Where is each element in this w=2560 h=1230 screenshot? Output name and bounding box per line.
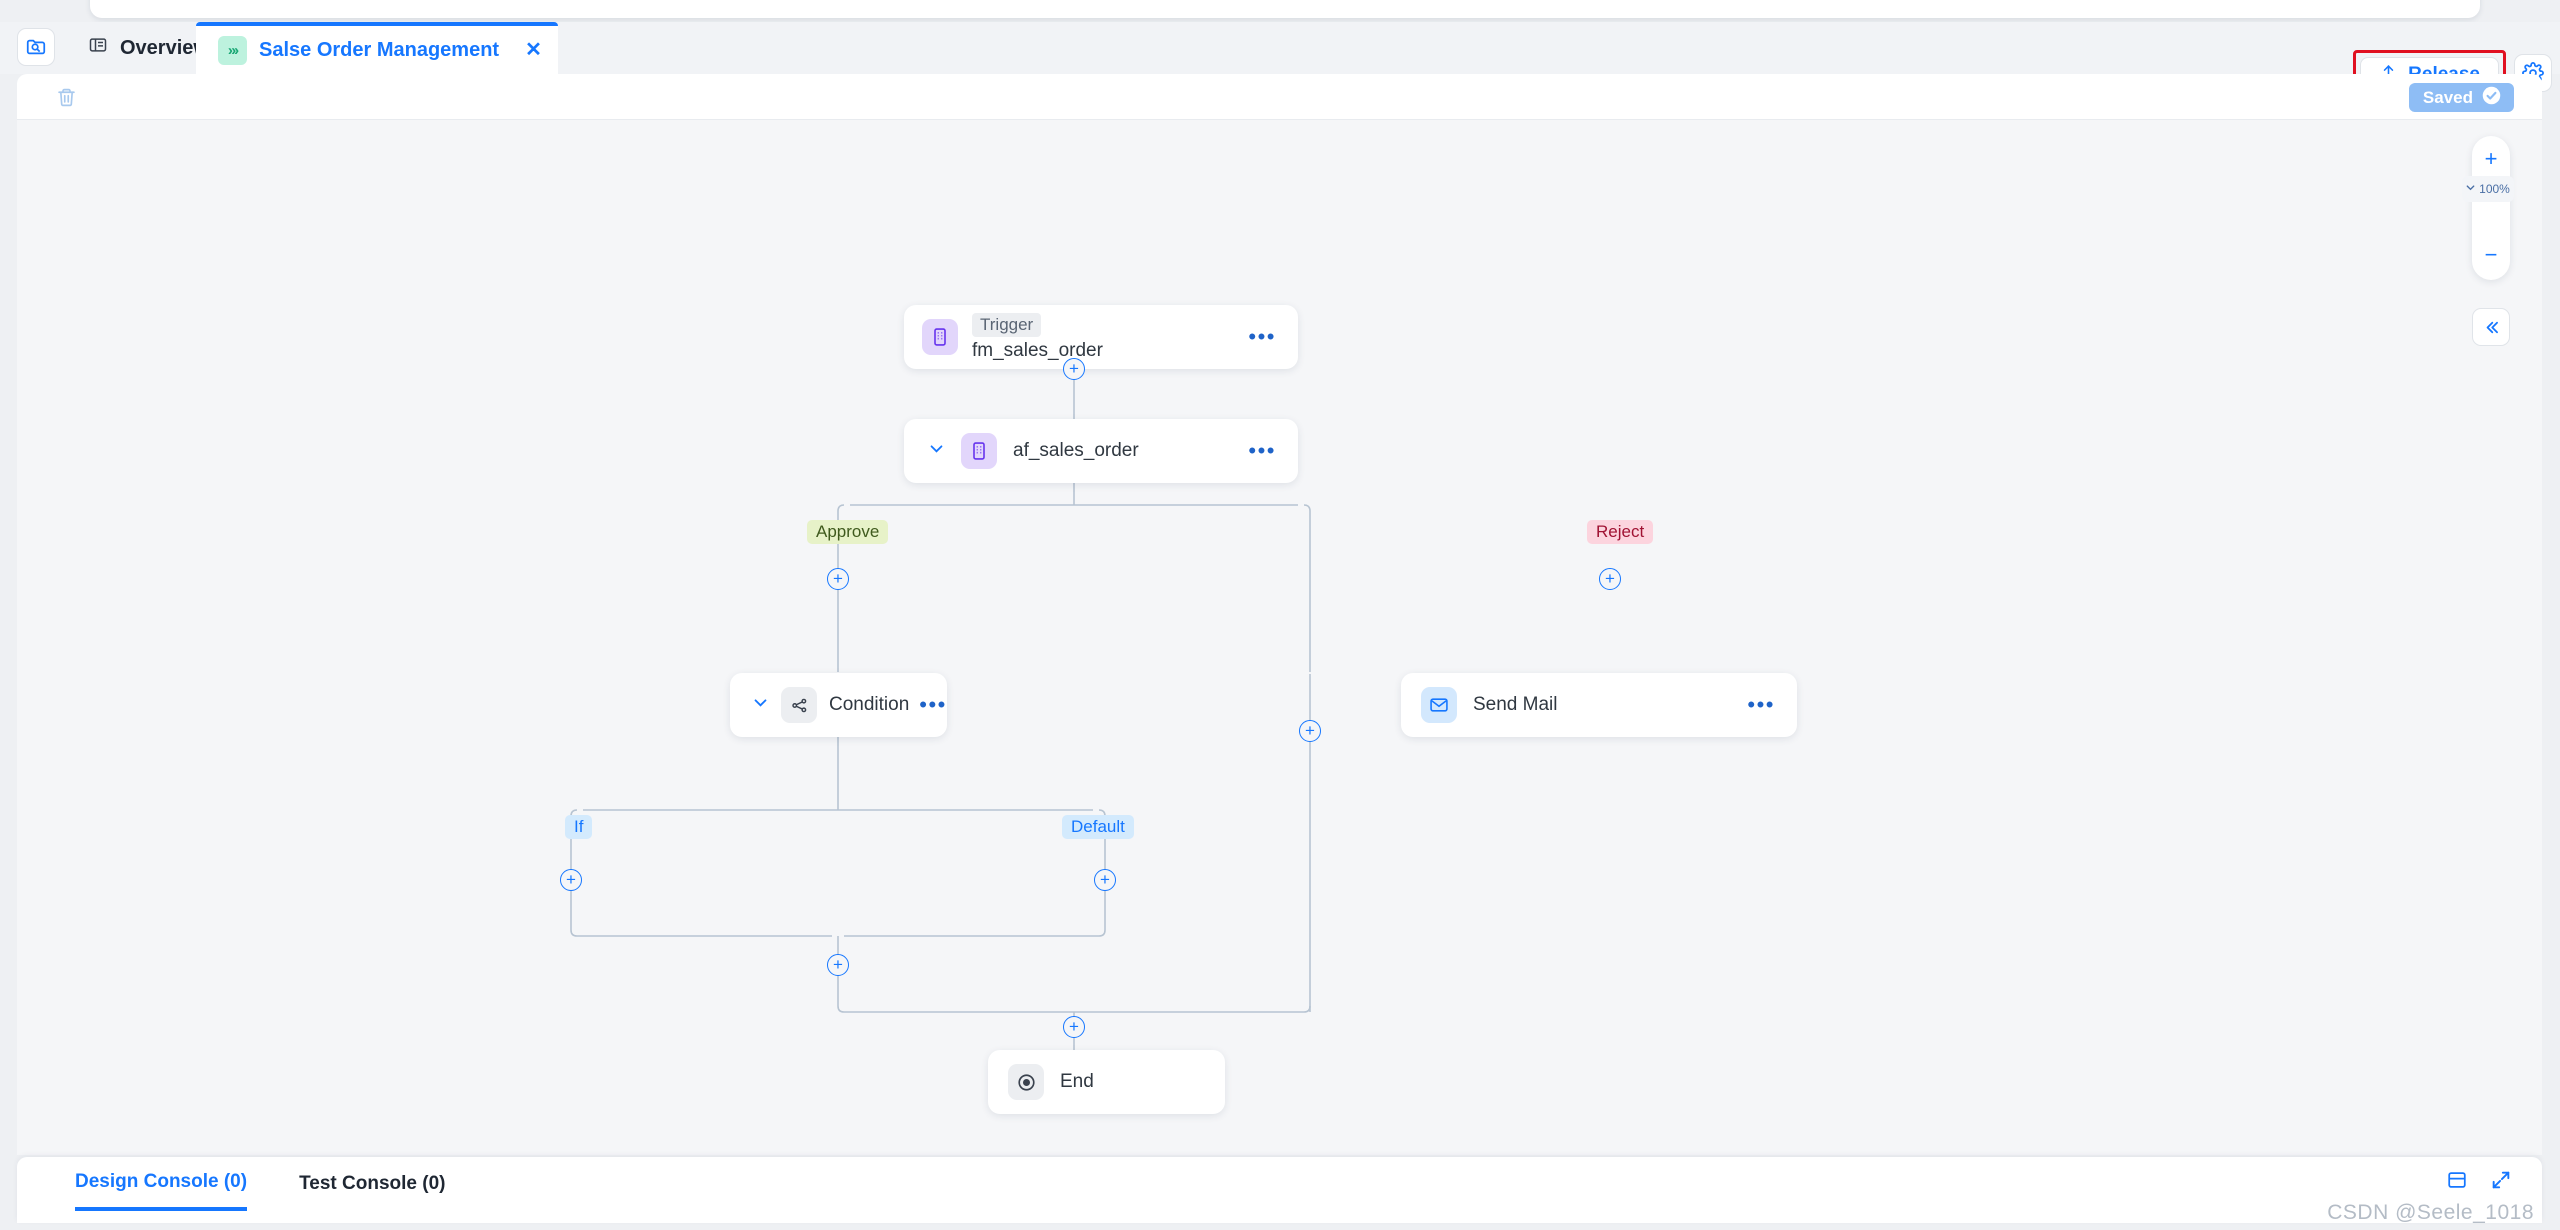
branch-label-reject: Reject (1587, 520, 1654, 544)
node-end-label: End (1060, 1071, 1094, 1092)
node-af-sales-order-label: af_sales_order (1013, 440, 1139, 461)
add-node-handle-reject-branch-lower[interactable]: + (1299, 720, 1321, 742)
tab-salse-order-management[interactable]: »› Salse Order Management ✕ (196, 22, 558, 74)
node-af-sales-order-collapse-chevron[interactable] (928, 440, 945, 462)
add-node-handle-before-end[interactable]: + (1063, 1016, 1085, 1038)
flow-canvas[interactable]: + 100% − Trigger fm_sales_order ••• + af… (17, 120, 2542, 1155)
status-badge-saved: Saved (2408, 83, 2514, 112)
add-node-handle-default-branch[interactable]: + (1094, 869, 1116, 891)
branch-icon (781, 687, 817, 723)
node-trigger-tag: Trigger (972, 312, 1042, 337)
node-trigger[interactable]: Trigger fm_sales_order ••• (904, 305, 1298, 369)
saved-label: Saved (2422, 87, 2473, 107)
envelope-icon (1421, 687, 1457, 723)
node-end[interactable]: End (988, 1050, 1225, 1114)
node-trigger-more-button[interactable]: ••• (1248, 326, 1276, 348)
app-window: Overview »› Salse Order Management ✕ Rel… (0, 0, 2560, 1230)
tab-bar: Overview »› Salse Order Management ✕ Rel… (0, 22, 2560, 100)
folder-search-icon[interactable] (17, 28, 55, 66)
chevrons-right-icon: »› (218, 35, 247, 65)
top-cut-panel (90, 0, 2480, 18)
node-condition[interactable]: Condition ••• (730, 673, 947, 737)
branch-label-approve: Approve (807, 520, 889, 544)
tab-test-console[interactable]: Test Console (0) (299, 1157, 445, 1211)
bottom-console: Design Console (0) Test Console (0) (17, 1157, 2542, 1223)
node-send-mail[interactable]: Send Mail ••• (1401, 673, 1797, 737)
trash-icon[interactable] (51, 82, 81, 112)
close-icon[interactable]: ✕ (525, 40, 542, 60)
node-trigger-name: fm_sales_order (972, 339, 1103, 361)
node-send-mail-label: Send Mail (1473, 694, 1558, 715)
fullscreen-expand-icon[interactable] (2490, 1169, 2512, 1191)
canvas-toolbar: Saved (17, 74, 2542, 120)
add-node-handle-condition-merge[interactable]: + (827, 954, 849, 976)
end-circle-icon (1008, 1064, 1044, 1100)
node-condition-label: Condition (829, 694, 910, 715)
node-condition-collapse-chevron[interactable] (752, 694, 769, 716)
node-af-sales-order-more-button[interactable]: ••• (1248, 440, 1276, 462)
form-icon (922, 319, 958, 355)
list-panel-icon (88, 35, 108, 61)
node-send-mail-more-button[interactable]: ••• (1747, 694, 1775, 716)
tab-design-console[interactable]: Design Console (0) (75, 1157, 248, 1211)
branch-label-default: Default (1062, 815, 1134, 839)
node-af-sales-order[interactable]: af_sales_order ••• (904, 419, 1298, 483)
add-node-handle-approve-branch[interactable]: + (827, 568, 849, 590)
flow-connectors (570, 369, 1311, 1050)
panel-layout-icon[interactable] (2446, 1169, 2468, 1191)
watermark: CSDN @Seele_1018 (2327, 1201, 2534, 1224)
add-node-handle-reject-branch[interactable]: + (1599, 568, 1621, 590)
form-icon (961, 433, 997, 469)
add-node-handle-after-trigger[interactable]: + (1063, 358, 1085, 380)
add-node-handle-if-branch[interactable]: + (560, 869, 582, 891)
console-tab-list: Design Console (0) Test Console (0) (75, 1157, 445, 1211)
branch-label-if: If (565, 815, 593, 839)
tab-salse-order-management-label: Salse Order Management (259, 38, 500, 61)
check-circle-icon (2481, 85, 2502, 111)
node-condition-more-button[interactable]: ••• (919, 694, 947, 716)
console-icon-group (2446, 1169, 2512, 1191)
